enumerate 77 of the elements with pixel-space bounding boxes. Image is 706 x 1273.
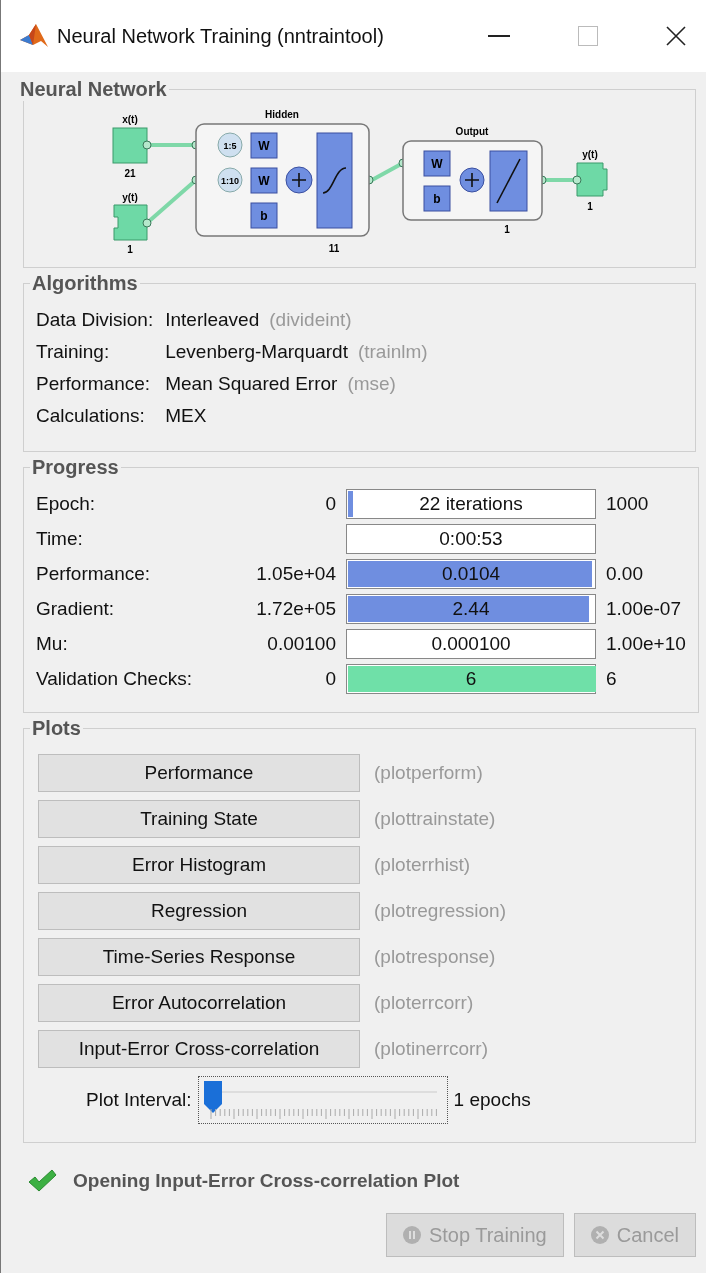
progress-min: 0.00100	[267, 633, 336, 654]
diagram-label: b	[433, 192, 441, 206]
progress-min: 0	[325, 493, 336, 514]
diagram-label: b	[260, 209, 268, 223]
progress-min: 0	[325, 668, 336, 689]
progress-min: 1.72e+05	[256, 598, 336, 619]
cancel-icon	[590, 1226, 609, 1244]
progress-label: Validation Checks:	[36, 668, 193, 690]
matlab-logo-icon	[19, 23, 49, 49]
algorithm-label: Calculations:	[36, 405, 146, 427]
interval-reading: 1 epochs	[453, 1089, 531, 1111]
progress-max: 0.00	[606, 563, 643, 584]
plot-button[interactable]: Error Autocorrelation	[38, 984, 360, 1022]
function-name: (divideint)	[269, 309, 352, 331]
diagram-label: y(t)	[582, 149, 598, 160]
status-message: Opening Input-Error Cross-correlation Plot	[73, 1170, 460, 1192]
algorithm-value: Interleaved	[165, 309, 260, 331]
progress-max: 6	[606, 668, 617, 689]
panel-title: Algorithms	[31, 272, 139, 295]
progress-label: Mu:	[36, 633, 69, 655]
diagram-label: 1:5	[223, 141, 237, 151]
algorithm-value: Levenberg-Marquardt	[165, 341, 348, 363]
diagram-label: W	[258, 139, 270, 153]
progress-max: 1000	[606, 493, 649, 514]
function-name: (plotinerrcorr)	[374, 1038, 490, 1060]
function-name: (plotresponse)	[374, 946, 497, 968]
function-name: (plotregression)	[374, 900, 507, 922]
panel-title: Progress	[31, 456, 120, 479]
diagram-label: x(t)	[122, 114, 138, 125]
plot-button[interactable]: Error Histogram	[38, 846, 360, 884]
diagram-label: 11	[328, 243, 340, 254]
progress-min: 1.05e+04	[256, 563, 336, 584]
progress-label: Performance:	[36, 563, 152, 585]
diagram-label: y(t)	[122, 192, 138, 203]
interval-label: Plot Interval:	[86, 1089, 192, 1111]
diagram-label: W	[258, 174, 270, 188]
algorithm-value: Mean Squared Error	[165, 373, 338, 395]
plot-button[interactable]: Input-Error Cross-correlation	[38, 1030, 360, 1068]
function-name: (ploterrhist)	[374, 854, 472, 876]
progress-value: 22 iterations	[419, 493, 523, 515]
diagram-label: W	[431, 157, 443, 171]
plot-button[interactable]: Regression	[38, 892, 360, 930]
diagram-label: 21	[124, 168, 136, 179]
algorithm-label: Training:	[36, 341, 111, 363]
diagram-label: 1	[587, 201, 593, 212]
slider-thumb[interactable]	[202, 1080, 223, 1114]
plot-button[interactable]: Training State	[38, 800, 360, 838]
function-name: (ploterrcorr)	[374, 992, 475, 1014]
function-name: (trainlm)	[357, 341, 428, 363]
progress-value: 6	[465, 668, 477, 690]
progress-value: 2.44	[452, 598, 490, 620]
close-icon[interactable]	[666, 26, 686, 46]
diagram-label: 1:10	[221, 176, 239, 186]
diagram-label: Hidden	[265, 109, 299, 120]
plot-button[interactable]: Time-Series Response	[38, 938, 360, 976]
diagram-label: 1	[504, 224, 510, 235]
algorithm-label: Performance:	[36, 373, 152, 395]
panel-title: Plots	[31, 717, 82, 740]
checkmark-icon	[27, 1169, 57, 1193]
diagram-label: 1	[127, 244, 133, 255]
progress-value: 0.0104	[441, 563, 501, 585]
function-name: (plottrainstate)	[374, 808, 497, 830]
algorithm-label: Data Division:	[36, 309, 154, 331]
algorithm-value: MEX	[165, 405, 207, 427]
progress-max: 1.00e-07	[606, 598, 681, 619]
plot-button[interactable]: Performance	[38, 754, 360, 792]
function-name: (plotperform)	[374, 762, 484, 784]
stop-icon	[402, 1226, 421, 1244]
window-title: Neural Network Training (nntraintool)	[57, 24, 385, 48]
panel-title: Neural Network	[19, 78, 168, 101]
diagram-label: Output	[455, 126, 489, 137]
function-name: (mse)	[347, 373, 396, 395]
progress-label: Epoch:	[36, 493, 97, 515]
progress-label: Time:	[36, 528, 84, 550]
interval-slider[interactable]	[197, 1076, 448, 1124]
progress-label: Gradient:	[36, 598, 116, 620]
progress-max: 1.00e+10	[606, 633, 686, 654]
